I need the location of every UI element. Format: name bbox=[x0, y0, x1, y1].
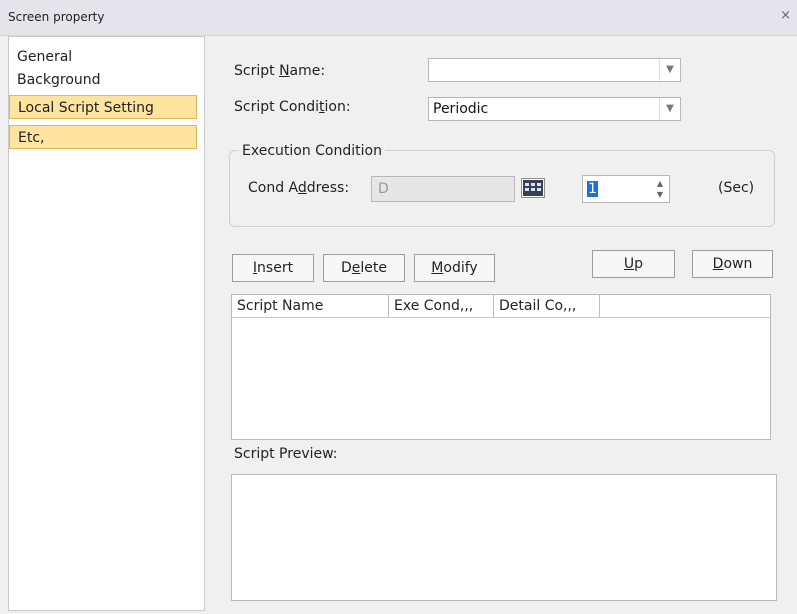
column-detail-cond[interactable]: Detail Co,,, bbox=[494, 295, 600, 317]
sidebar-item-general[interactable]: General bbox=[9, 45, 197, 69]
script-name-label: Script Name: bbox=[234, 63, 326, 79]
address-picker-button[interactable] bbox=[521, 178, 545, 198]
script-name-combo[interactable]: ▼ bbox=[428, 58, 681, 82]
sidebar-item-local-script-setting[interactable]: Local Script Setting bbox=[9, 95, 197, 119]
delete-button[interactable]: Delete bbox=[323, 254, 405, 282]
close-icon[interactable]: × bbox=[780, 8, 791, 23]
chevron-down-icon[interactable]: ▼ bbox=[653, 189, 667, 201]
script-condition-label: Script Condition: bbox=[234, 99, 351, 115]
sidebar-item-etc[interactable]: Etc, bbox=[9, 125, 197, 149]
script-preview-box[interactable] bbox=[231, 474, 777, 601]
period-unit: (Sec) bbox=[718, 180, 755, 196]
cond-address-label: Cond Address: bbox=[248, 180, 350, 196]
insert-button[interactable]: Insert bbox=[232, 254, 314, 282]
category-list: General Background Local Script Setting … bbox=[8, 36, 205, 611]
script-table[interactable]: Script Name Exe Cond,,, Detail Co,,, bbox=[231, 294, 771, 440]
script-condition-value: Periodic bbox=[433, 101, 489, 117]
period-value: 1 bbox=[587, 181, 598, 197]
column-script-name[interactable]: Script Name bbox=[232, 295, 389, 317]
screen-property-dialog: Screen property × General Background Loc… bbox=[0, 0, 797, 614]
up-button[interactable]: Up bbox=[592, 250, 675, 278]
chevron-down-icon: ▼ bbox=[659, 59, 680, 81]
table-header: Script Name Exe Cond,,, Detail Co,,, bbox=[232, 295, 770, 318]
dialog-title: Screen property bbox=[8, 10, 105, 24]
cond-address-value: D bbox=[378, 181, 389, 197]
down-button[interactable]: Down bbox=[692, 250, 773, 278]
modify-button[interactable]: Modify bbox=[414, 254, 495, 282]
script-preview-label: Script Preview: bbox=[234, 446, 338, 462]
script-condition-combo[interactable]: Periodic ▼ bbox=[428, 97, 681, 121]
address-book-icon bbox=[523, 180, 543, 196]
cond-address-input[interactable]: D bbox=[371, 176, 515, 202]
sidebar-item-background[interactable]: Background bbox=[9, 68, 197, 92]
column-exe-cond[interactable]: Exe Cond,,, bbox=[389, 295, 494, 317]
chevron-down-icon: ▼ bbox=[659, 98, 680, 120]
title-bar: Screen property × bbox=[0, 0, 797, 36]
execution-condition-title: Execution Condition bbox=[239, 143, 385, 159]
period-spinner[interactable]: 1 ▲ ▼ bbox=[582, 175, 670, 203]
